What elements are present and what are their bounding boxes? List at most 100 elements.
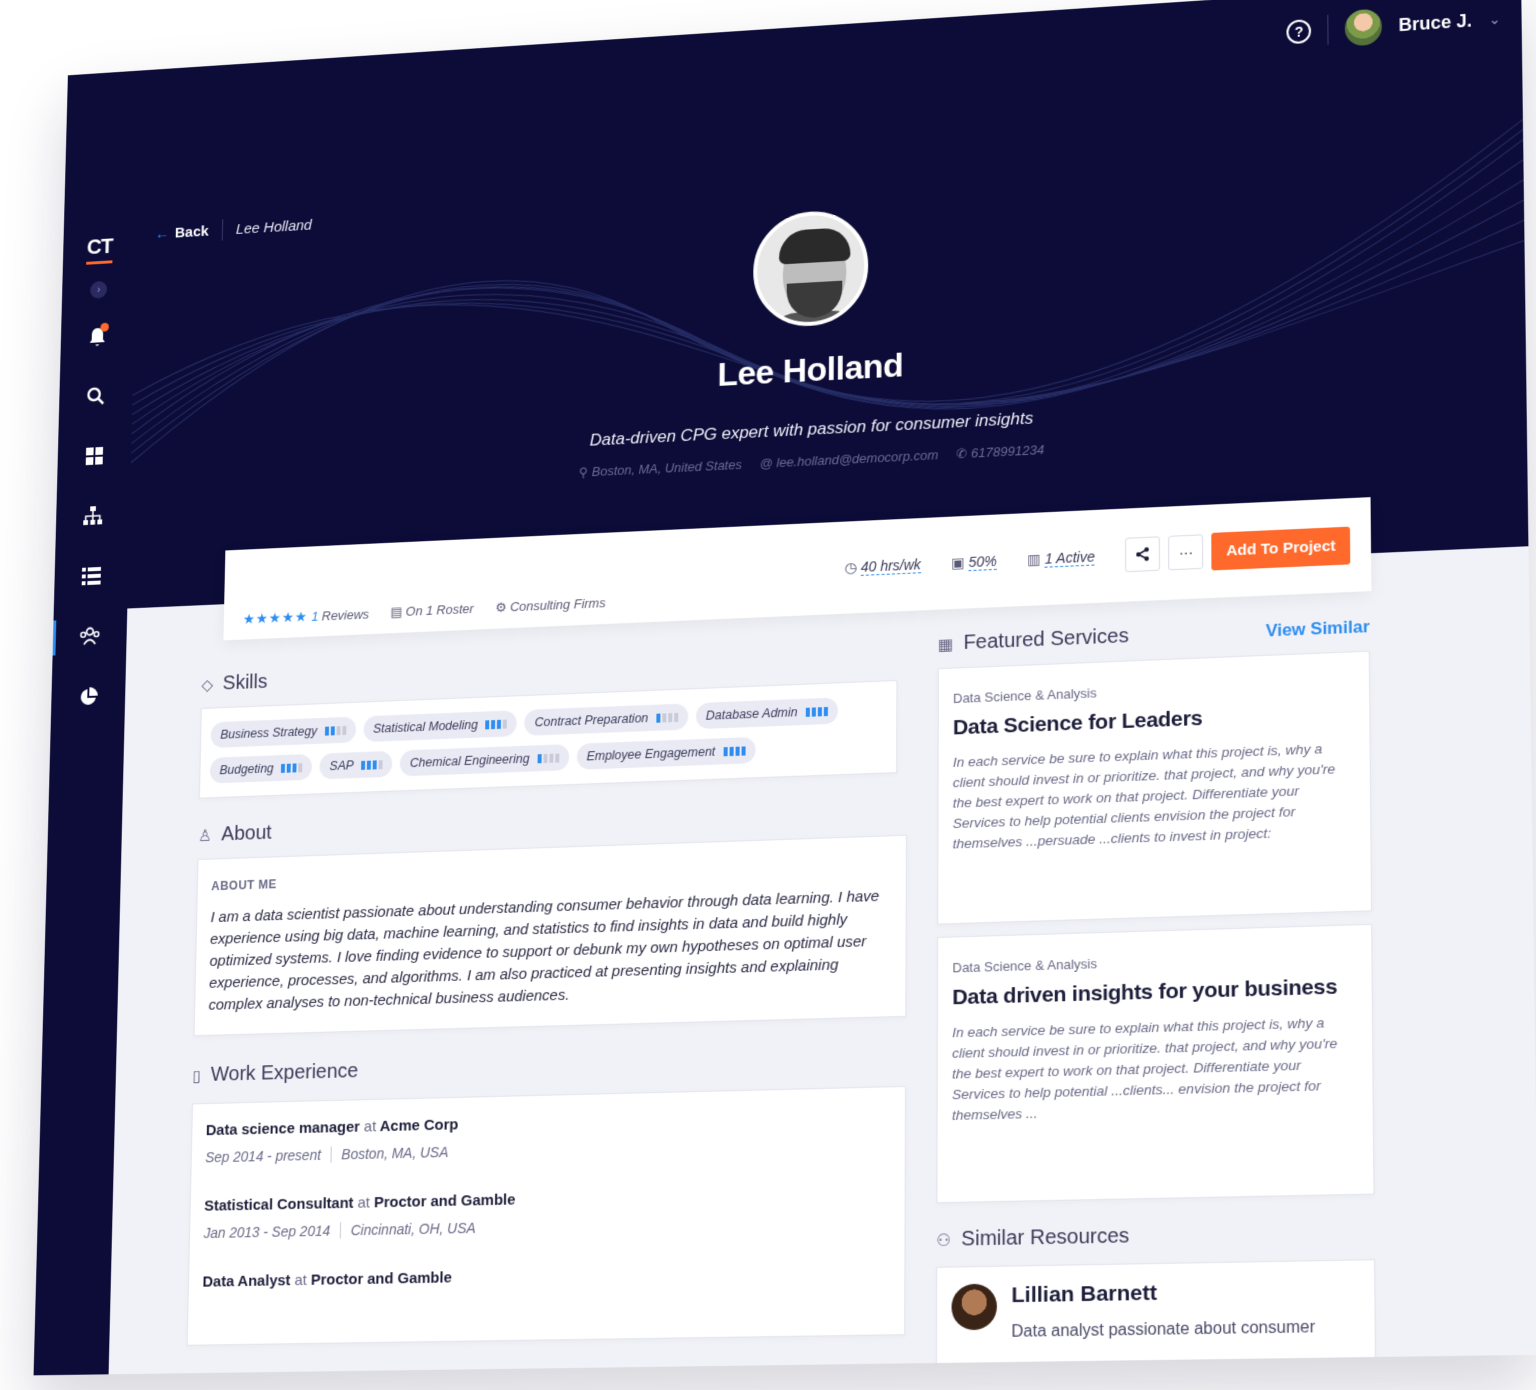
tag-icon: ◇: [201, 676, 214, 694]
hours-value[interactable]: 40 hrs/wk: [860, 555, 921, 576]
job-at: at: [357, 1194, 371, 1212]
resource-avatar: [951, 1283, 997, 1331]
roster-item[interactable]: ▤ On 1 Roster: [390, 601, 474, 620]
utilization-value[interactable]: 50%: [968, 552, 997, 571]
skill-chip[interactable]: Database Admin: [695, 697, 838, 730]
right-column: ▦ Featured Services View Similar Data Sc…: [935, 615, 1377, 1376]
skill-level-bars: [485, 719, 508, 729]
view-similar-link[interactable]: View Similar: [1266, 616, 1370, 641]
service-card[interactable]: Data Science & Analysis Data driven insi…: [936, 923, 1375, 1204]
star-rating-icon: ★★★★★: [242, 607, 309, 627]
projects-stat[interactable]: ▥ 1 Active: [1027, 547, 1095, 568]
skill-label: Business Strategy: [220, 724, 318, 742]
skill-level-bars: [656, 712, 679, 723]
share-button[interactable]: [1125, 536, 1161, 573]
pie-chart-icon[interactable]: [69, 677, 108, 718]
skill-chip[interactable]: Statistical Modeling: [363, 710, 518, 743]
bell-icon[interactable]: [78, 316, 116, 356]
job-at: at: [363, 1118, 377, 1136]
skill-chip[interactable]: Chemical Engineering: [400, 744, 569, 777]
people-icon[interactable]: [70, 616, 109, 657]
job-role: Data science manager: [205, 1118, 361, 1140]
skill-level-bars: [805, 706, 828, 717]
resource-description: Data analyst passionate about consumer: [1011, 1318, 1316, 1341]
at-icon: @: [759, 455, 777, 471]
skill-chip[interactable]: Budgeting: [209, 753, 313, 784]
org-chart-icon[interactable]: [74, 496, 113, 537]
list-icon[interactable]: [72, 556, 111, 597]
service-title[interactable]: Data driven insights for your business: [952, 974, 1357, 1010]
work-title: Work Experience: [210, 1059, 359, 1086]
profile-avatar: [752, 208, 869, 329]
reviews-count[interactable]: 1: [311, 608, 318, 623]
add-to-project-button[interactable]: Add To Project: [1211, 526, 1351, 570]
service-description: In each service be sure to explain what …: [951, 1014, 1338, 1124]
notification-dot: [100, 322, 110, 332]
service-category: Data Science & Analysis: [952, 685, 1097, 707]
left-column: ◇ Skills Business Strategy Statistical Mo…: [186, 644, 908, 1346]
skill-label: SAP: [329, 758, 354, 774]
job-meta: Sep 2014 - present Boston, MA, USA: [205, 1134, 890, 1166]
more-button[interactable]: ···: [1168, 534, 1204, 571]
main-content: ◇ Skills Business Strategy Statistical Mo…: [109, 546, 1536, 1376]
back-label: Back: [174, 222, 209, 241]
skill-label: Budgeting: [219, 761, 274, 778]
skills-title: Skills: [222, 670, 268, 695]
service-description: In each service be sure to explain what …: [952, 740, 1336, 852]
featured-services-title: Featured Services: [963, 624, 1129, 655]
featured-services-header: ▦ Featured Services View Similar: [938, 615, 1370, 656]
app-logo[interactable]: CT: [86, 233, 113, 265]
job-title: Data science manager at Acme Corp: [206, 1106, 891, 1139]
user-avatar[interactable]: [1344, 8, 1383, 47]
service-title[interactable]: Data Science for Leaders: [953, 701, 1355, 741]
job-role: Data Analyst: [202, 1271, 291, 1291]
phone-text[interactable]: 6178991234: [971, 442, 1044, 461]
skill-label: Contract Preparation: [534, 711, 649, 730]
skill-chip[interactable]: Employee Engagement: [576, 736, 756, 770]
skill-level-bars: [537, 752, 559, 763]
job-meta: Jan 2013 - Sep 2014 Cincinnati, OH, USA: [203, 1211, 890, 1242]
user-icon: ♙: [197, 827, 212, 845]
search-icon[interactable]: [77, 376, 116, 416]
people-icon: ⚇: [936, 1231, 952, 1250]
job-role: Statistical Consultant: [204, 1194, 354, 1215]
breadcrumb-current: Lee Holland: [235, 216, 313, 238]
skill-level-bars: [361, 759, 383, 770]
firms-item[interactable]: ⚙ Consulting Firms: [495, 595, 606, 616]
job-dates: Jan 2013 - Sep 2014: [203, 1222, 331, 1242]
help-icon[interactable]: ?: [1286, 18, 1312, 45]
hours-stat[interactable]: ◷ 40 hrs/wk: [845, 555, 921, 576]
job-item: Statistical Consultant at Proctor and Ga…: [203, 1183, 890, 1241]
work-card: Data science manager at Acme Corp Sep 20…: [186, 1085, 907, 1346]
chevron-down-icon[interactable]: ⌄: [1488, 10, 1500, 28]
grid-icon[interactable]: [75, 436, 114, 477]
job-title: Data Analyst at Proctor and Gamble: [202, 1261, 890, 1291]
briefcase-icon: ▯: [192, 1067, 202, 1085]
job-title: Statistical Consultant at Proctor and Ga…: [204, 1183, 890, 1215]
skill-chip[interactable]: Contract Preparation: [524, 703, 689, 736]
resource-name[interactable]: Lillian Barnett: [1011, 1278, 1315, 1308]
app-window: CT › ← Back Lee Holland ? Bruce J. ⌄ Lee…: [33, 0, 1536, 1376]
resource-card[interactable]: Lillian Barnett Data analyst passionate …: [935, 1259, 1377, 1376]
breadcrumb-divider: [221, 219, 224, 241]
phone-icon: ✆: [956, 445, 972, 462]
rating[interactable]: ★★★★★ 1 Reviews: [243, 605, 369, 627]
skill-chip[interactable]: SAP: [319, 750, 393, 780]
user-name[interactable]: Bruce J.: [1398, 10, 1472, 36]
service-card[interactable]: Data Science & Analysis Data Science for…: [937, 650, 1373, 925]
skill-chip[interactable]: Business Strategy: [210, 716, 356, 748]
sidebar-expand-button[interactable]: ›: [89, 280, 108, 299]
skill-label: Employee Engagement: [586, 744, 716, 764]
roster-label[interactable]: On 1 Roster: [406, 601, 474, 619]
job-item: Data science manager at Acme Corp Sep 20…: [205, 1106, 891, 1166]
user-divider: [1327, 14, 1329, 45]
utilization-stat[interactable]: ▣ 50%: [951, 552, 997, 571]
firms-label[interactable]: Consulting Firms: [510, 595, 606, 614]
user-menu: ? Bruce J. ⌄: [1286, 1, 1501, 51]
back-button[interactable]: ← Back: [155, 223, 209, 242]
skill-level-bars: [281, 762, 303, 773]
job-dates: Sep 2014 - present: [205, 1146, 322, 1166]
reviews-label[interactable]: Reviews: [322, 606, 370, 623]
projects-value[interactable]: 1 Active: [1044, 547, 1095, 568]
service-category: Data Science & Analysis: [952, 955, 1097, 976]
